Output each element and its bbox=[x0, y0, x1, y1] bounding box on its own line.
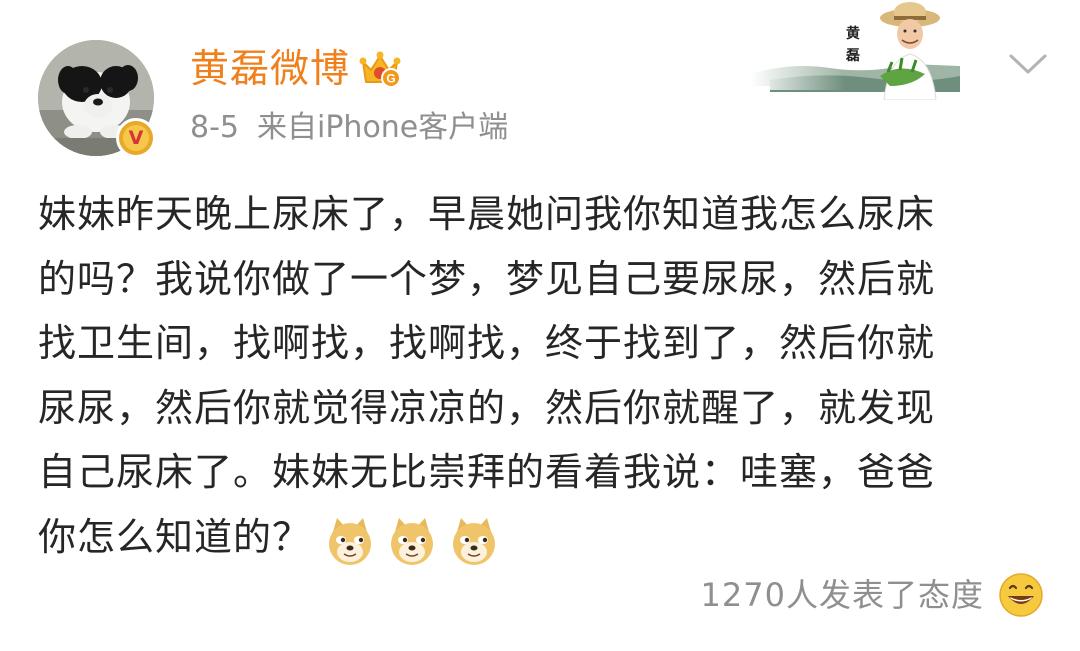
svg-text:G: G bbox=[386, 72, 395, 86]
verified-badge: V bbox=[116, 118, 156, 158]
post-body: 妹妹昨天晚上尿床了，早晨她问我你知道我怎么尿床 的吗？我说你做了一个梦，梦见自己… bbox=[38, 182, 1048, 571]
doge-emoji-icon bbox=[329, 518, 372, 566]
post-text-last-line: 你怎么知道的？ bbox=[38, 505, 1048, 572]
post-text-line: 妹妹昨天晚上尿床了，早晨她问我你知道我怎么尿床 bbox=[38, 192, 936, 236]
post-text-line: 自己尿床了。妹妹无比崇拜的看着我说：哇塞，爸爸 bbox=[38, 450, 936, 494]
author-name[interactable]: 黄磊微博 bbox=[190, 44, 350, 96]
weibo-post-card: V 黄磊微博 G 8-5 来自iPhone客户端 黄 磊 妹妹昨天晚上尿床了，早… bbox=[0, 0, 1080, 651]
doge-emoji-icon bbox=[453, 518, 496, 566]
reactions-count-text[interactable]: 1270人发表了态度 bbox=[701, 573, 984, 617]
verified-badge-label: V bbox=[123, 125, 149, 151]
chevron-down-icon[interactable] bbox=[1008, 52, 1048, 76]
reactions-summary[interactable]: 1270人发表了态度 bbox=[701, 572, 1044, 618]
smile-emoji-icon[interactable] bbox=[998, 572, 1044, 618]
emoji-row bbox=[325, 507, 511, 572]
card-skin-illustration-icon[interactable]: 黄 磊 bbox=[730, 0, 960, 100]
svg-text:黄: 黄 bbox=[846, 25, 860, 42]
post-text-line: 的吗？我说你做了一个梦，梦见自己要尿尿，然后就 bbox=[38, 256, 936, 301]
post-text-line: 你怎么知道的？ bbox=[38, 514, 312, 559]
svg-text:磊: 磊 bbox=[845, 48, 860, 64]
post-meta: 8-5 来自iPhone客户端 bbox=[190, 108, 508, 148]
post-text-line: 尿尿，然后你就觉得凉凉的，然后你就醒了，就发现 bbox=[38, 385, 936, 430]
vip-crown-icon[interactable]: G bbox=[358, 48, 402, 90]
doge-emoji-icon bbox=[391, 518, 434, 566]
post-text-line: 找卫生间，找啊找，找啊找，终于找到了，然后你就 bbox=[38, 321, 936, 365]
post-date: 8-5 bbox=[190, 110, 239, 145]
post-source[interactable]: 来自iPhone客户端 bbox=[257, 110, 508, 145]
